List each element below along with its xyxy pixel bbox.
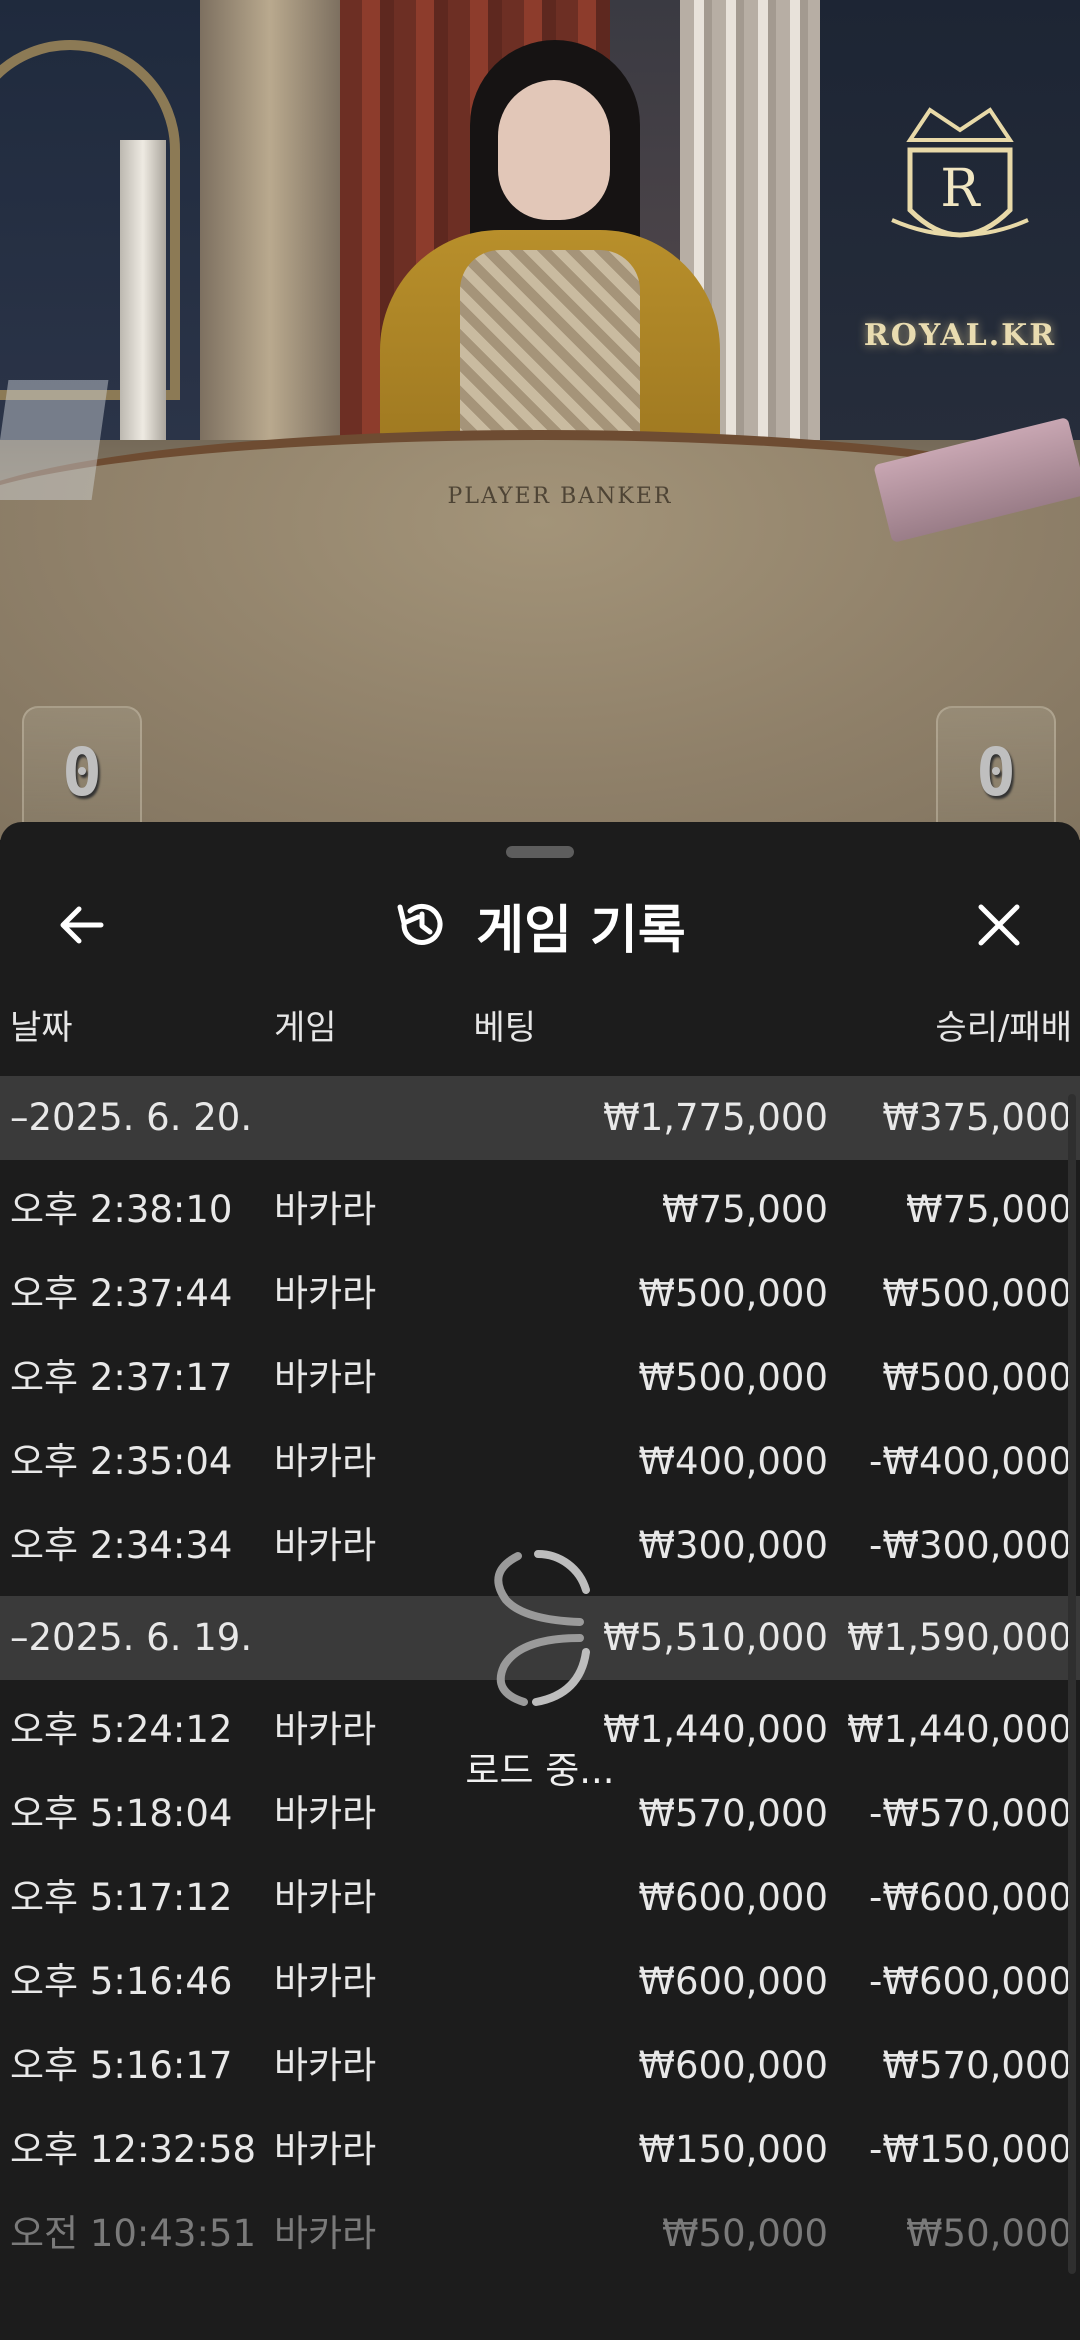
row-time: 오후 12:32:58 [10,2128,257,2171]
history-row[interactable]: 오후 5:17:12 바카라 ₩600,000 -₩600,000 [0,1856,1080,1940]
row-time: 오후 5:18:04 [10,1792,233,1835]
loading-indicator: 로드 중... [440,1542,640,1812]
sheet-drag-handle[interactable] [506,846,574,858]
row-result: -₩150,000 [869,2128,1072,2171]
row-result: -₩570,000 [869,1792,1072,1835]
group-date: –2025. 6. 19. [10,1616,253,1659]
app-screen: R ROYAL.KR PLAYER BANKER 0 0 게임 기록 날짜 게임… [0,0,1080,2340]
page-title: 게임 기록 [476,900,686,961]
row-result: ₩50,000 [905,2212,1072,2255]
row-game: 바카라 [274,1792,377,1835]
row-time: 오후 5:24:12 [10,1708,233,1751]
column-header-game: 게임 [274,1008,337,1048]
history-row[interactable]: 오후 12:32:58 바카라 ₩150,000 -₩150,000 [0,2108,1080,2192]
row-result: ₩1,440,000 [847,1708,1072,1751]
pillar [120,140,166,440]
group-bet-total: ₩1,775,000 [603,1096,828,1139]
card-shoe [0,380,109,500]
history-row[interactable]: 오후 2:35:04 바카라 ₩400,000 -₩400,000 [0,1420,1080,1504]
history-row[interactable]: 오후 2:37:17 바카라 ₩500,000 ₩500,000 [0,1336,1080,1420]
row-time: 오후 2:38:10 [10,1188,233,1231]
row-result: ₩570,000 [882,2044,1072,2087]
brand-logo: ROYAL.KR [863,318,1057,353]
row-game: 바카라 [274,1876,377,1919]
wall-niche [200,0,340,440]
row-game: 바카라 [274,1188,377,1231]
group-date: –2025. 6. 20. [10,1096,253,1139]
loading-text: 로드 중... [465,1749,615,1792]
royal-crest-icon: R [891,107,1029,238]
svg-text:R: R [940,159,981,219]
row-bet: ₩600,000 [638,1960,828,2003]
loading-spinner-icon [494,1550,590,1706]
history-row[interactable]: 오후 2:37:44 바카라 ₩500,000 ₩500,000 [0,1252,1080,1336]
scrollbar[interactable] [1068,1094,1076,2274]
row-time: 오후 5:16:46 [10,1960,233,2003]
row-game: 바카라 [274,1524,377,1567]
row-game: 바카라 [274,1356,377,1399]
row-result: -₩600,000 [869,1876,1072,1919]
column-header-result: 승리/패배 [935,1008,1072,1048]
history-row[interactable]: 오후 5:16:46 바카라 ₩600,000 -₩600,000 [0,1940,1080,2024]
row-bet: ₩50,000 [661,2212,828,2255]
history-icon [397,903,443,945]
history-row[interactable]: 오후 5:16:17 바카라 ₩600,000 ₩570,000 [0,2024,1080,2108]
history-row[interactable]: 오후 2:38:10 바카라 ₩75,000 ₩75,000 [0,1168,1080,1252]
row-bet: ₩75,000 [661,1188,828,1231]
row-result: -₩300,000 [869,1524,1072,1567]
row-time: 오전 10:43:51 [10,2212,257,2255]
game-history-sheet: 게임 기록 날짜 게임 베팅 승리/패배 –2025. 6. 20. ₩1,77… [0,822,1080,2340]
row-result: ₩75,000 [905,1188,1072,1231]
row-bet: ₩600,000 [638,1876,828,1919]
player-score: 0 [22,706,142,840]
row-bet: ₩300,000 [638,1524,828,1567]
column-header-bet: 베팅 [473,1008,536,1048]
row-game: 바카라 [274,2212,377,2255]
row-game: 바카라 [274,1272,377,1315]
dealer [340,40,760,470]
row-result: ₩500,000 [882,1272,1072,1315]
live-video-feed: R ROYAL.KR PLAYER BANKER 0 0 [0,0,1080,840]
history-row[interactable]: 오전 10:43:51 바카라 ₩50,000 ₩50,000 [0,2192,1080,2276]
row-time: 오후 5:17:12 [10,1876,233,1919]
row-game: 바카라 [274,1440,377,1483]
row-bet: ₩150,000 [638,2128,828,2171]
table-label: PLAYER BANKER [447,484,673,509]
row-bet: ₩570,000 [638,1792,828,1835]
group-result-total: ₩375,000 [882,1096,1072,1139]
column-header-date: 날짜 [10,1008,73,1048]
row-bet: ₩500,000 [638,1356,828,1399]
row-time: 오후 2:37:44 [10,1272,233,1315]
row-time: 오후 5:16:17 [10,2044,233,2087]
row-time: 오후 2:37:17 [10,1356,233,1399]
close-button[interactable] [954,880,1044,970]
row-bet: ₩500,000 [638,1272,828,1315]
group-result-total: ₩1,590,000 [847,1616,1072,1659]
row-game: 바카라 [274,1960,377,2003]
banker-score: 0 [936,706,1056,840]
close-icon [978,904,1020,946]
row-time: 오후 2:35:04 [10,1440,233,1483]
row-result: ₩500,000 [882,1356,1072,1399]
row-game: 바카라 [274,2044,377,2087]
row-result: -₩400,000 [869,1440,1072,1483]
row-bet: ₩600,000 [638,2044,828,2087]
row-bet: ₩400,000 [638,1440,828,1483]
row-result: -₩600,000 [869,1960,1072,2003]
sheet-header: 게임 기록 [0,880,1080,970]
row-game: 바카라 [274,2128,377,2171]
row-time: 오후 2:34:34 [10,1524,233,1567]
row-game: 바카라 [274,1708,377,1751]
date-group-row[interactable]: –2025. 6. 20. ₩1,775,000 ₩375,000 [0,1076,1080,1160]
